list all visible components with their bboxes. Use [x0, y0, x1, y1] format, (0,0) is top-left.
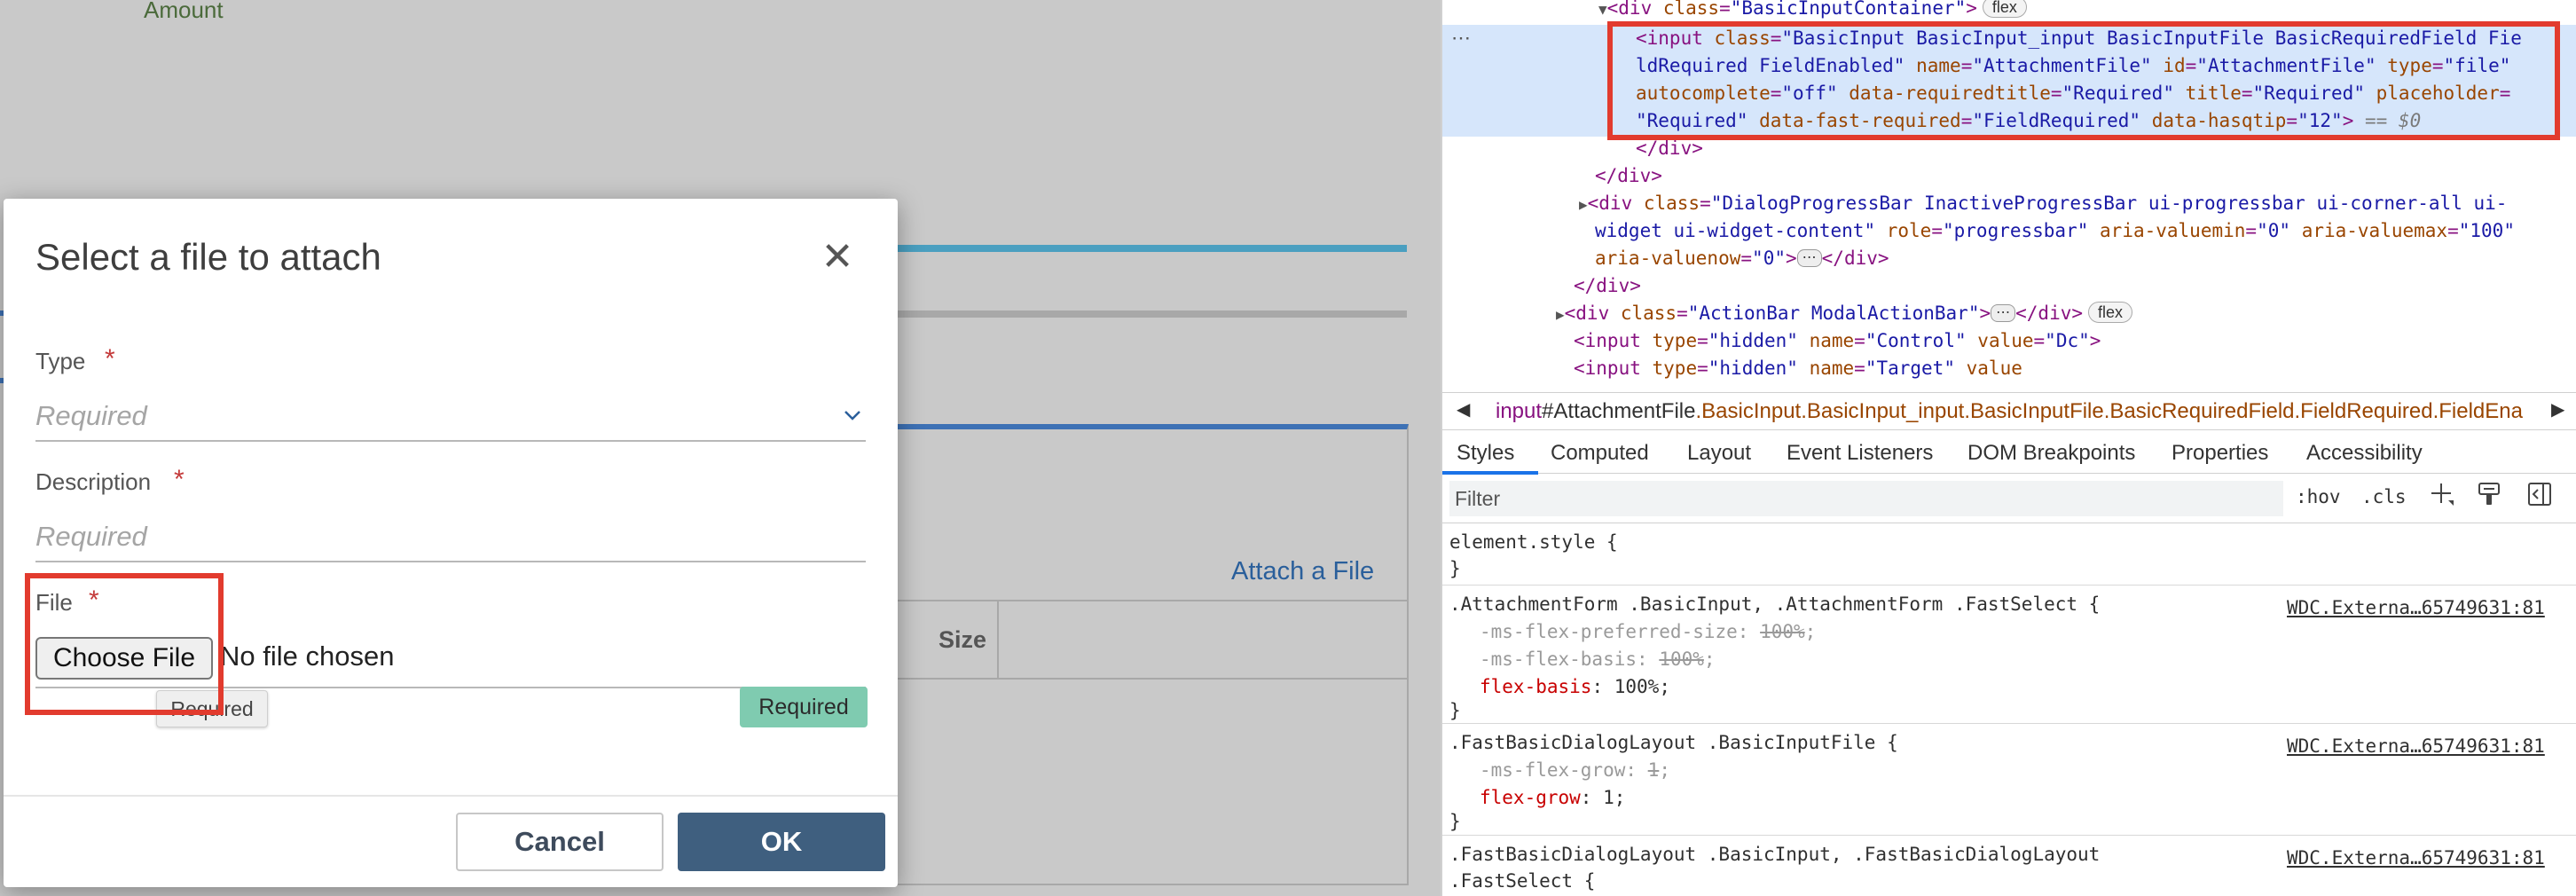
- rule-source-link[interactable]: WDC.Externa…65749631:81: [2287, 594, 2545, 622]
- attach-file-link[interactable]: Attach a File: [1231, 557, 1374, 586]
- hover-state-button[interactable]: :hov: [2296, 486, 2341, 507]
- no-file-text: No file chosen: [220, 641, 395, 672]
- css-property[interactable]: flex-basis: 100%;: [1480, 673, 1670, 701]
- column-divider: [997, 601, 999, 678]
- tab-event-listeners[interactable]: Event Listeners: [1787, 441, 1933, 466]
- dom-node-actionbar[interactable]: ▶<div class="ActionBar ModalActionBar"> ⋯…: [1556, 300, 2133, 328]
- dom-node-hidden-target[interactable]: <input type="hidden" name="Target" value: [1574, 355, 2022, 382]
- styles-filter-bar: :hov .cls: [1442, 474, 2576, 523]
- description-input[interactable]: [35, 513, 866, 562]
- rule-selector[interactable]: .FastSelect {: [1449, 868, 1595, 895]
- dom-breadcrumb: ◀ input#AttachmentFile.BasicInput.BasicI…: [1442, 392, 2576, 429]
- required-star: *: [174, 465, 185, 494]
- tab-dom-breakpoints[interactable]: DOM Breakpoints: [1967, 441, 2135, 466]
- divider-line: [887, 310, 1407, 318]
- attach-file-dialog: Select a file to attach ✕ Type * Descrip…: [4, 199, 898, 887]
- dom-node-progressbar-line1[interactable]: ▶<div class="DialogProgressBar InactiveP…: [1579, 190, 2507, 218]
- type-label: Type: [35, 348, 86, 374]
- css-property-disabled[interactable]: -ms-flex-grow: 1;: [1480, 757, 1670, 784]
- size-column-header: Size: [939, 626, 987, 653]
- sidebar-toggle-icon[interactable]: [2526, 481, 2553, 512]
- dom-node-progressbar-line2[interactable]: widget ui-widget-content" role="progress…: [1595, 217, 2515, 245]
- close-icon[interactable]: ✕: [818, 238, 857, 277]
- tab-layout[interactable]: Layout: [1687, 441, 1751, 466]
- rule-close: }: [1449, 700, 1461, 721]
- css-property[interactable]: flex-grow: 1;: [1480, 784, 1625, 812]
- rule-selector[interactable]: .FastBasicDialogLayout .BasicInputFile {: [1449, 729, 1898, 757]
- highlight-box-choose-file: [25, 573, 224, 715]
- rule-source-link[interactable]: WDC.Externa…65749631:81: [2287, 733, 2545, 760]
- rule-selector[interactable]: .AttachmentForm .BasicInput, .Attachment…: [1449, 591, 2100, 618]
- dom-node-progressbar-line3[interactable]: aria-valuenow="0"> ⋯ </div>: [1595, 245, 1889, 272]
- rule-close: }: [1449, 558, 1461, 579]
- cancel-button[interactable]: Cancel: [456, 813, 664, 871]
- dom-close-div[interactable]: </div>: [1574, 272, 1641, 300]
- plus-icon[interactable]: [2429, 481, 2455, 512]
- dom-close-div[interactable]: </div>: [1595, 162, 1662, 190]
- ellipsis-badge[interactable]: ⋯: [1796, 249, 1822, 267]
- tab-accessibility[interactable]: Accessibility: [2306, 441, 2423, 466]
- ok-button[interactable]: OK: [678, 813, 885, 871]
- dom-node-hidden-control[interactable]: <input type="hidden" name="Control" valu…: [1574, 327, 2101, 355]
- css-property-disabled[interactable]: -ms-flex-basis: 100%;: [1480, 646, 1716, 673]
- css-property-disabled[interactable]: -ms-flex-preferred-size: 100%;: [1480, 618, 1816, 646]
- tab-properties[interactable]: Properties: [2172, 441, 2268, 466]
- dom-node-container[interactable]: ▼<div class="BasicInputContainer"> flex: [1598, 0, 2027, 23]
- progress-line: [887, 245, 1407, 252]
- rule-selector[interactable]: element.style {: [1449, 529, 1618, 556]
- rule-selector[interactable]: .FastBasicDialogLayout .BasicInput, .Fas…: [1449, 841, 2100, 868]
- rule-source-link[interactable]: WDC.Externa…65749631:81: [2287, 845, 2545, 872]
- highlight-box-input-node: [1607, 21, 2560, 140]
- amount-label: Amount: [144, 0, 224, 23]
- more-icon[interactable]: ⋯: [1451, 27, 1471, 50]
- rule-basic-input-file: .FastBasicDialogLayout .BasicInputFile {…: [1442, 726, 2576, 836]
- scroll-right-icon[interactable]: ▶: [2546, 398, 2565, 420]
- rule-basic-dialog-layout: .FastBasicDialogLayout .BasicInput, .Fas…: [1442, 837, 2576, 896]
- rule-attachment-form: .AttachmentForm .BasicInput, .Attachment…: [1442, 587, 2576, 724]
- dialog-title: Select a file to attach: [35, 236, 381, 278]
- footer-divider: [4, 795, 898, 797]
- class-toggle-button[interactable]: .cls: [2361, 486, 2407, 507]
- chevron-down-icon[interactable]: [843, 403, 862, 428]
- required-star: *: [105, 344, 115, 373]
- scroll-left-icon[interactable]: ◀: [1457, 398, 1470, 420]
- breadcrumb-current-node[interactable]: input#AttachmentFile.BasicInput.BasicInp…: [1496, 399, 2523, 424]
- flex-badge[interactable]: flex: [1982, 0, 2027, 18]
- filter-input[interactable]: [1449, 481, 2283, 516]
- devtools-panel: ⋯ ▼<div class="BasicInputContainer"> flex…: [1441, 0, 2576, 896]
- styles-tabs: Styles Computed Layout Event Listeners D…: [1442, 429, 2576, 475]
- background-page: Amount Attach a File Size Select a file …: [0, 0, 1441, 896]
- required-badge: Required: [740, 687, 868, 727]
- tab-styles[interactable]: Styles: [1457, 441, 1514, 466]
- description-label: Description: [35, 468, 152, 495]
- type-select[interactable]: [35, 392, 866, 442]
- tab-computed[interactable]: Computed: [1551, 441, 1649, 466]
- element-style-rule: element.style { }: [1442, 525, 2576, 586]
- paint-brush-icon[interactable]: [2477, 481, 2501, 512]
- rule-close: }: [1449, 811, 1461, 832]
